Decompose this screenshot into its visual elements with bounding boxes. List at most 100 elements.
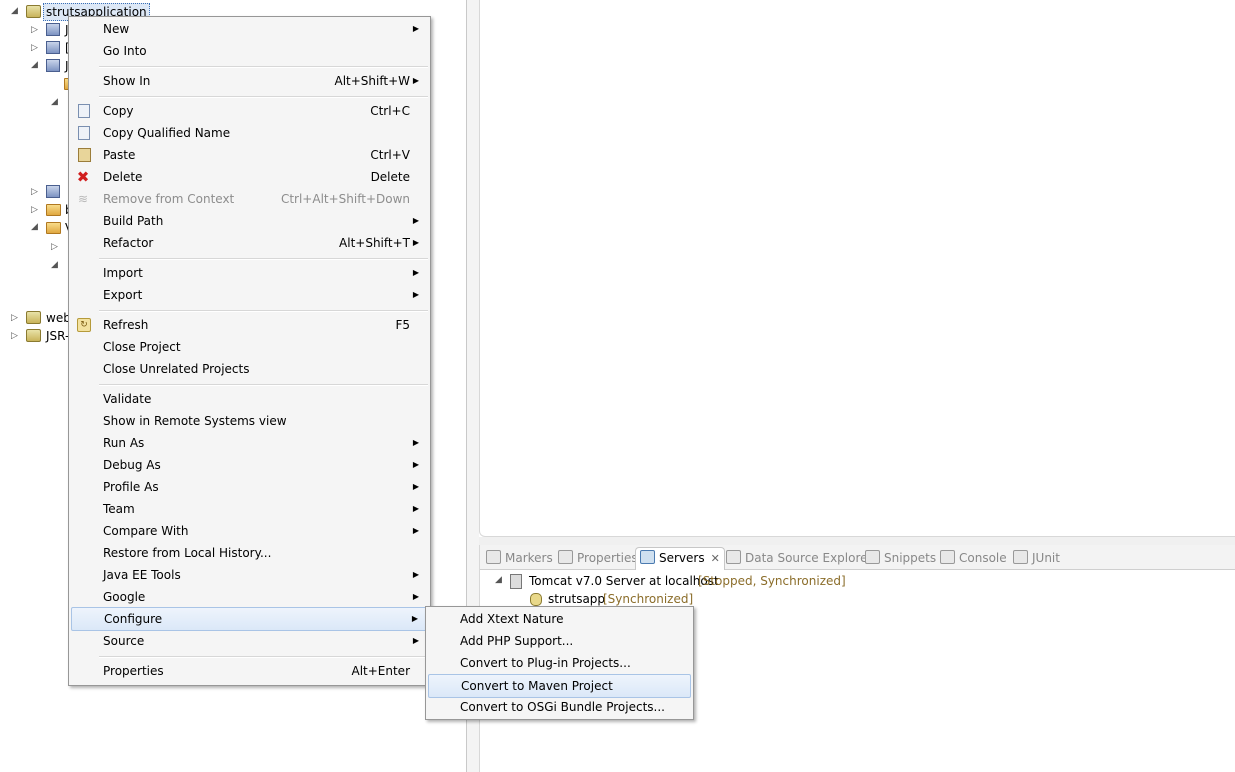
- menu-label: Google: [103, 590, 146, 604]
- delete-icon: ✖: [76, 168, 90, 186]
- menu-item-build-path[interactable]: Build Path ▶: [69, 210, 430, 232]
- configure-submenu: Add Xtext Nature Add PHP Support... Conv…: [425, 606, 694, 720]
- submenu-arrow-icon: ▶: [412, 570, 419, 579]
- menu-label: Configure: [104, 612, 163, 626]
- submenu-arrow-icon: ▶: [412, 636, 419, 645]
- submenu-item-add-php-support[interactable]: Add PHP Support...: [426, 630, 693, 652]
- menu-label: Import: [103, 266, 143, 280]
- menu-label: Refresh: [103, 318, 149, 332]
- project-folder-icon: [26, 311, 41, 324]
- menu-item-validate[interactable]: Validate: [69, 388, 430, 410]
- menu-label: Add Xtext Nature: [460, 612, 564, 626]
- collapse-icon[interactable]: ▷: [30, 44, 39, 53]
- copy-qualified-name-icon: [78, 126, 90, 140]
- collapse-icon[interactable]: ▷: [30, 188, 39, 197]
- menu-item-source[interactable]: Source ▶: [69, 630, 430, 652]
- markers-icon: [486, 550, 501, 564]
- server-name: Tomcat v7.0 Server at localhost: [529, 574, 719, 588]
- menu-label: Show in Remote Systems view: [103, 414, 287, 428]
- submenu-item-add-xtext-nature[interactable]: Add Xtext Nature: [426, 608, 693, 630]
- submenu-arrow-icon: ▶: [412, 238, 419, 247]
- properties-icon: [558, 550, 573, 564]
- menu-item-copy-qualified-name[interactable]: Copy Qualified Name: [69, 122, 430, 144]
- expand-icon[interactable]: ◢: [50, 261, 59, 270]
- menu-item-properties[interactable]: Properties Alt+Enter: [69, 660, 430, 682]
- menu-item-configure[interactable]: Configure ▶: [71, 607, 428, 631]
- menu-label: Source: [103, 634, 145, 648]
- menu-label: Validate: [103, 392, 152, 406]
- menu-label: Profile As: [103, 480, 159, 494]
- menu-item-restore-from-local-history[interactable]: Restore from Local History...: [69, 542, 430, 564]
- menu-separator: [99, 384, 428, 386]
- paste-icon: [78, 148, 91, 162]
- collapse-icon[interactable]: ▷: [30, 26, 39, 35]
- menu-label: Close Unrelated Projects: [103, 362, 250, 376]
- menu-label: Paste: [103, 148, 136, 162]
- menu-separator: [99, 66, 428, 68]
- menu-item-java-ee-tools[interactable]: Java EE Tools ▶: [69, 564, 430, 586]
- folder-icon: [46, 204, 61, 216]
- menu-item-google[interactable]: Google ▶: [69, 586, 430, 608]
- expand-icon[interactable]: ◢: [494, 576, 503, 585]
- menu-item-refresh[interactable]: ↻ Refresh F5: [69, 314, 430, 336]
- junit-icon: [1013, 550, 1028, 564]
- submenu-arrow-icon: ▶: [412, 504, 419, 513]
- submenu-item-convert-to-plugin[interactable]: Convert to Plug-in Projects...: [426, 652, 693, 674]
- menu-item-go-into[interactable]: Go Into: [69, 40, 430, 62]
- menu-item-run-as[interactable]: Run As ▶: [69, 432, 430, 454]
- submenu-arrow-icon: ▶: [412, 482, 419, 491]
- submenu-item-convert-to-maven[interactable]: Convert to Maven Project: [428, 674, 691, 698]
- menu-item-delete[interactable]: ✖ Delete Delete: [69, 166, 430, 188]
- menu-shortcut: Alt+Enter: [351, 664, 410, 678]
- menu-item-team[interactable]: Team ▶: [69, 498, 430, 520]
- menu-shortcut: Delete: [370, 170, 410, 184]
- menu-item-import[interactable]: Import ▶: [69, 262, 430, 284]
- submenu-arrow-icon: ▶: [412, 290, 419, 299]
- tab-properties[interactable]: Properties: [558, 548, 638, 568]
- tab-label: Properties: [577, 551, 638, 565]
- menu-item-debug-as[interactable]: Debug As ▶: [69, 454, 430, 476]
- view-tab-bar: Markers Properties Servers ✕ Data Source …: [480, 545, 1235, 570]
- horizontal-sash[interactable]: [479, 537, 1235, 545]
- menu-shortcut: Ctrl+V: [370, 148, 410, 162]
- menu-item-export[interactable]: Export ▶: [69, 284, 430, 306]
- menu-item-close-unrelated-projects[interactable]: Close Unrelated Projects: [69, 358, 430, 380]
- menu-item-paste[interactable]: Paste Ctrl+V: [69, 144, 430, 166]
- menu-item-show-in-remote-systems[interactable]: Show in Remote Systems view: [69, 410, 430, 432]
- tab-snippets[interactable]: Snippets: [865, 548, 936, 568]
- menu-label: Build Path: [103, 214, 164, 228]
- menu-separator: [99, 310, 428, 312]
- collapse-icon[interactable]: ▷: [30, 206, 39, 215]
- menu-item-compare-with[interactable]: Compare With ▶: [69, 520, 430, 542]
- submenu-item-convert-to-osgi[interactable]: Convert to OSGi Bundle Projects...: [426, 696, 693, 718]
- expand-icon[interactable]: ◢: [30, 61, 39, 70]
- menu-item-close-project[interactable]: Close Project: [69, 336, 430, 358]
- editor-area: [479, 0, 1235, 537]
- expand-icon[interactable]: ◢: [50, 98, 59, 107]
- close-icon[interactable]: ✕: [711, 549, 720, 569]
- collapse-icon[interactable]: ▷: [10, 332, 19, 341]
- menu-shortcut: Ctrl+C: [370, 104, 410, 118]
- collapse-icon[interactable]: ▷: [10, 314, 19, 323]
- menu-label: Add PHP Support...: [460, 634, 574, 648]
- refresh-icon: ↻: [77, 318, 91, 332]
- tab-servers[interactable]: Servers ✕: [635, 547, 725, 570]
- tab-markers[interactable]: Markers: [486, 548, 553, 568]
- menu-label: Run As: [103, 436, 145, 450]
- library-icon: [46, 185, 60, 198]
- menu-label: Convert to OSGi Bundle Projects...: [460, 700, 665, 714]
- expand-icon[interactable]: ◢: [30, 223, 39, 232]
- menu-item-show-in[interactable]: Show In Alt+Shift+W ▶: [69, 70, 430, 92]
- tab-junit[interactable]: JUnit: [1013, 548, 1060, 568]
- menu-label: Show In: [103, 74, 151, 88]
- tab-console[interactable]: Console: [940, 548, 1007, 568]
- menu-item-profile-as[interactable]: Profile As ▶: [69, 476, 430, 498]
- menu-label: Team: [103, 502, 135, 516]
- menu-item-refactor[interactable]: Refactor Alt+Shift+T ▶: [69, 232, 430, 254]
- menu-item-new[interactable]: New ▶: [69, 18, 430, 40]
- expand-icon[interactable]: ◢: [10, 7, 19, 16]
- menu-item-copy[interactable]: Copy Ctrl+C: [69, 100, 430, 122]
- collapse-icon[interactable]: ▷: [50, 243, 59, 252]
- menu-label: Refactor: [103, 236, 154, 250]
- tab-data-source-explorer[interactable]: Data Source Explorer: [726, 548, 872, 568]
